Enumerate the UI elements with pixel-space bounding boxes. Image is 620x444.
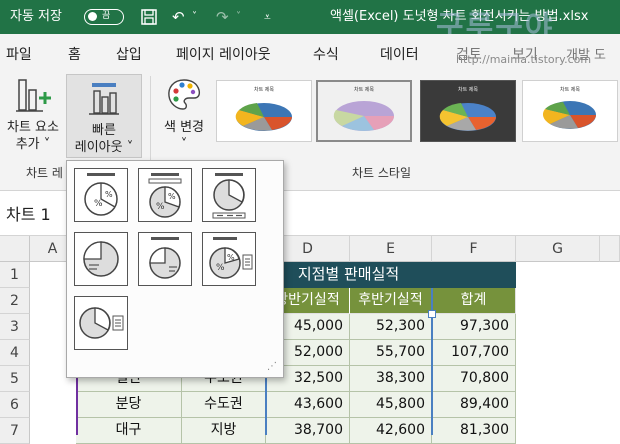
svg-text:%: %	[227, 253, 235, 262]
first-half-cell[interactable]: 43,600	[266, 392, 350, 418]
change-colors-label: 색 변경	[163, 120, 204, 135]
second-half-cell[interactable]: 45,800	[350, 392, 432, 418]
thumb-title: 차트 제목	[254, 86, 274, 93]
gallery-resize-grip[interactable]: ⋰	[267, 361, 277, 372]
pie-layout-icon	[79, 307, 124, 339]
layout-option-1[interactable]: % %	[74, 168, 128, 222]
second-half-cell[interactable]: 52,300	[350, 314, 432, 340]
first-half-cell[interactable]: 38,700	[266, 418, 350, 444]
svg-text:%: %	[105, 190, 113, 199]
column-header[interactable]: F	[432, 236, 516, 262]
region-cell[interactable]: 지방	[182, 418, 266, 444]
customize-toolbar-icon[interactable]: ⩡	[264, 0, 271, 34]
total-cell[interactable]: 70,800	[432, 366, 516, 392]
chart-style-2-selected[interactable]: 차트 제목	[316, 80, 412, 142]
tab-home[interactable]: 홈	[68, 44, 81, 64]
total-cell[interactable]: 107,700	[432, 340, 516, 366]
toggle-knob	[88, 12, 97, 21]
layout-option-6[interactable]: % %	[202, 232, 256, 286]
column-header[interactable]: E	[350, 236, 432, 262]
autosave-state: 끔	[102, 11, 111, 21]
add-chart-element-label-2: 추가 ˅	[15, 137, 51, 152]
group-label-chart-layouts: 차트 레	[26, 166, 63, 180]
redo-dropdown-icon[interactable]: ˅	[236, 0, 241, 34]
layout-option-3[interactable]	[202, 168, 256, 222]
save-icon[interactable]	[140, 0, 158, 38]
svg-text:%: %	[156, 202, 165, 212]
tab-insert[interactable]: 삽입	[116, 44, 142, 64]
header-cell[interactable]: 합계	[432, 288, 516, 314]
thumb-title: 차트 제목	[560, 86, 580, 93]
watermark-url: http://mainia.tistory.com	[456, 53, 592, 66]
column-header[interactable]	[600, 236, 620, 262]
quick-layout-label-2: 레이아웃 ˅	[74, 140, 134, 155]
pie-layout-icon: % %	[84, 173, 118, 216]
chart-style-3[interactable]: 차트 제목	[420, 80, 516, 142]
add-chart-element-label-1: 차트 요소	[7, 120, 59, 135]
layout-option-2[interactable]: % %	[138, 168, 192, 222]
svg-text:%: %	[216, 263, 225, 273]
tab-data[interactable]: 데이터	[380, 44, 419, 64]
change-colors-button[interactable]: 색 변경 ˅	[156, 76, 212, 153]
tab-formulas[interactable]: 수식	[313, 44, 339, 64]
pie-layout-icon: % %	[148, 173, 182, 218]
chart-style-4[interactable]: 차트 제목	[522, 80, 618, 142]
row-header[interactable]: 2	[0, 288, 30, 314]
name-box[interactable]: 차트 1	[6, 201, 51, 225]
select-all-corner[interactable]	[0, 236, 30, 262]
autosave-label: 자동 저장	[10, 9, 62, 24]
row-header[interactable]: 3	[0, 314, 30, 340]
thumb-title: 차트 제목	[354, 86, 374, 93]
layout-option-4[interactable]	[74, 232, 128, 286]
pie-3d-thumbnail: 차트 제목	[542, 86, 596, 129]
autosave-toggle[interactable]: 끔	[84, 9, 124, 25]
chart-style-1[interactable]: 차트 제목	[216, 80, 312, 142]
total-cell[interactable]: 89,400	[432, 392, 516, 418]
chart-element-icon	[16, 79, 51, 112]
pie-layout-icon	[83, 241, 119, 277]
add-chart-element-button[interactable]: 차트 요소 추가 ˅	[2, 76, 64, 153]
range-resize-handle[interactable]	[428, 310, 436, 318]
column-header[interactable]: G	[516, 236, 600, 262]
pie-layout-icon	[212, 173, 246, 219]
quick-layout-label-1: 빠른	[92, 123, 116, 138]
row-header[interactable]: 5	[0, 366, 30, 392]
group-label-chart-styles: 차트 스타일	[352, 166, 412, 180]
pie-3d-thumbnail: 차트 제목	[235, 86, 292, 131]
tab-page-layout[interactable]: 페이지 레이아웃	[176, 44, 271, 64]
row-header[interactable]: 1	[0, 262, 30, 288]
redo-icon[interactable]: ↷	[216, 0, 229, 34]
layout-option-5[interactable]	[138, 232, 192, 286]
quick-layout-gallery: % % % % % % ⋰	[66, 160, 284, 378]
pie-3d-thumbnail: 차트 제목	[439, 86, 496, 131]
tab-file[interactable]: 파일	[6, 44, 32, 64]
second-half-cell[interactable]: 38,300	[350, 366, 432, 392]
second-half-cell[interactable]: 55,700	[350, 340, 432, 366]
total-cell[interactable]: 81,300	[432, 418, 516, 444]
palette-icon	[168, 79, 201, 110]
row-header[interactable]: 7	[0, 418, 30, 444]
pie-layout-icon: % %	[209, 237, 253, 279]
total-cell[interactable]: 97,300	[432, 314, 516, 340]
undo-dropdown-icon[interactable]: ˅	[192, 0, 197, 34]
row-header[interactable]: 6	[0, 392, 30, 418]
row-header[interactable]: 4	[0, 340, 30, 366]
svg-text:%: %	[168, 192, 176, 201]
pie-3d-thumbnail: 차트 제목	[333, 86, 394, 131]
layout-option-7[interactable]	[74, 296, 128, 350]
header-cell[interactable]: 후반기실적	[350, 288, 432, 314]
quick-layout-icon	[89, 83, 119, 115]
thumb-title: 차트 제목	[458, 86, 478, 93]
pie-layout-icon	[149, 237, 181, 279]
undo-icon[interactable]: ↶	[172, 0, 185, 34]
region-cell[interactable]: 수도권	[182, 392, 266, 418]
svg-text:%: %	[94, 199, 103, 209]
second-half-cell[interactable]: 42,600	[350, 418, 432, 444]
quick-layout-button[interactable]: 빠른 레이아웃 ˅	[66, 74, 142, 158]
change-colors-chevron: ˅	[180, 137, 188, 152]
